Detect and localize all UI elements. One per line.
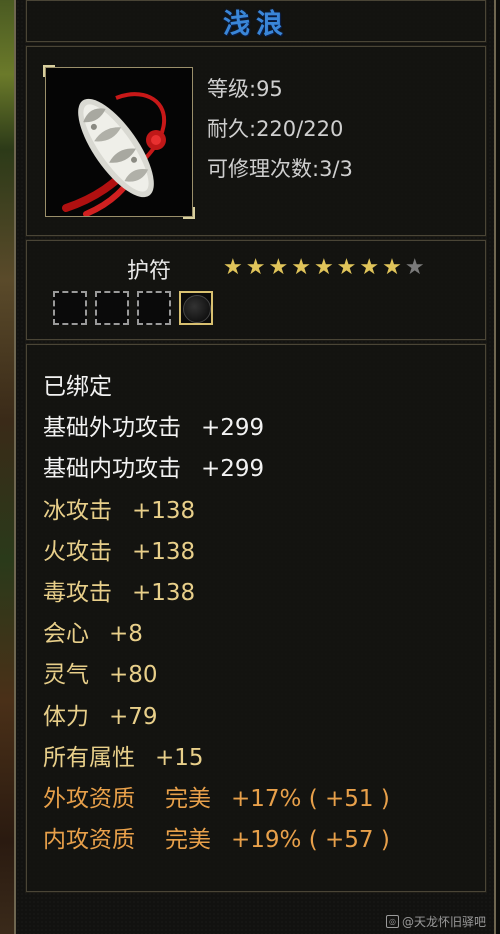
attribute-name: 灵气 <box>43 662 89 689</box>
attribute-name: 已绑定 <box>43 374 112 400</box>
attribute-row: 已绑定 <box>43 367 112 401</box>
item-name: 浅浪 <box>223 8 289 40</box>
attribute-value: +17% ( +51 ) <box>231 786 390 812</box>
attribute-quality: 完美 <box>165 827 211 854</box>
attribute-row: 灵气 +80 <box>43 655 158 689</box>
title-bar: 浅浪 <box>25 0 487 43</box>
gem-socket-1[interactable] <box>53 291 87 325</box>
star-filled-icon: ★ <box>359 255 380 280</box>
attribute-row: 体力 +79 <box>43 697 158 731</box>
attribute-row: 冰攻击 +138 <box>43 491 195 525</box>
attribute-value: +138 <box>132 497 196 524</box>
attribute-row: 外攻资质 完美 +17% ( +51 ) <box>43 779 390 813</box>
attribute-value: +8 <box>109 621 143 648</box>
star-filled-icon: ★ <box>382 255 402 280</box>
attribute-name: 会心 <box>43 621 89 648</box>
level-text: 等级:95 <box>207 77 283 101</box>
attribute-value: +19% ( +57 ) <box>231 827 390 854</box>
attribute-value: +299 <box>201 415 265 442</box>
watermark: ◎ @天龙怀旧驿吧 <box>385 913 486 930</box>
star-rating: ★ ★ ★ ★ ★ ★ ★ ★ ★ <box>223 257 425 279</box>
watermark-text: @天龙怀旧驿吧 <box>401 915 486 929</box>
star-filled-icon: ★ <box>245 255 266 280</box>
star-filled-icon: ★ <box>336 255 357 280</box>
attribute-value: +299 <box>201 456 265 483</box>
star-filled-icon: ★ <box>223 255 243 280</box>
star-empty-icon: ★ <box>404 255 425 280</box>
watermark-icon: ◎ <box>385 915 399 928</box>
attribute-list: 已绑定 基础外功攻击 +299 基础内功攻击 +299 冰攻击 +138 火攻击 +138 毒攻击… <box>25 343 487 893</box>
attribute-name: 外攻资质 <box>43 786 135 812</box>
attribute-name: 基础内功攻击 <box>43 456 181 483</box>
attribute-quality: 完美 <box>165 786 211 812</box>
attribute-row: 基础内功攻击 +299 <box>43 449 264 483</box>
attribute-row: 火攻击 +138 <box>43 532 195 566</box>
item-tooltip: 浅浪 等级:95 耐久:220/220 可修理次数:3/3 护符 ★ ★ ★ ★… <box>14 0 496 934</box>
star-filled-icon: ★ <box>268 255 289 280</box>
gem-socket-2[interactable] <box>95 291 129 325</box>
star-filled-icon: ★ <box>313 255 334 280</box>
attribute-value: +79 <box>109 703 158 730</box>
attribute-row: 所有属性 +15 <box>43 738 204 772</box>
durability-text: 耐久:220/220 <box>207 117 344 141</box>
attribute-name: 体力 <box>43 703 89 730</box>
amulet-icon <box>62 92 167 217</box>
gem-socket-4[interactable] <box>179 291 213 325</box>
gem-socket-3[interactable] <box>137 291 171 325</box>
attribute-name: 毒攻击 <box>43 580 112 606</box>
attribute-value: +138 <box>132 538 196 565</box>
gem-sockets <box>53 291 213 325</box>
attribute-value: +15 <box>155 744 204 771</box>
attribute-row: 内攻资质 完美 +19% ( +57 ) <box>43 820 390 854</box>
attribute-value: +80 <box>109 662 158 689</box>
attribute-name: 所有属性 <box>43 744 135 771</box>
slot-label: 护符 <box>127 259 172 284</box>
attribute-row: 会心 +8 <box>43 614 143 648</box>
slot-section: 护符 ★ ★ ★ ★ ★ ★ ★ ★ ★ <box>25 239 487 341</box>
attribute-row: 毒攻击 +138 <box>43 573 195 607</box>
attribute-row: 基础外功攻击 +299 <box>43 408 264 442</box>
attribute-name: 基础外功攻击 <box>43 415 181 442</box>
repair-count-text: 可修理次数:3/3 <box>207 157 353 181</box>
attribute-value: +138 <box>132 580 196 606</box>
item-info-section: 等级:95 耐久:220/220 可修理次数:3/3 <box>25 45 487 237</box>
gem-icon <box>183 295 211 323</box>
attribute-name: 火攻击 <box>43 538 112 565</box>
attribute-name: 内攻资质 <box>43 827 135 854</box>
star-filled-icon: ★ <box>291 255 311 280</box>
item-icon <box>43 65 195 219</box>
attribute-name: 冰攻击 <box>43 497 112 524</box>
